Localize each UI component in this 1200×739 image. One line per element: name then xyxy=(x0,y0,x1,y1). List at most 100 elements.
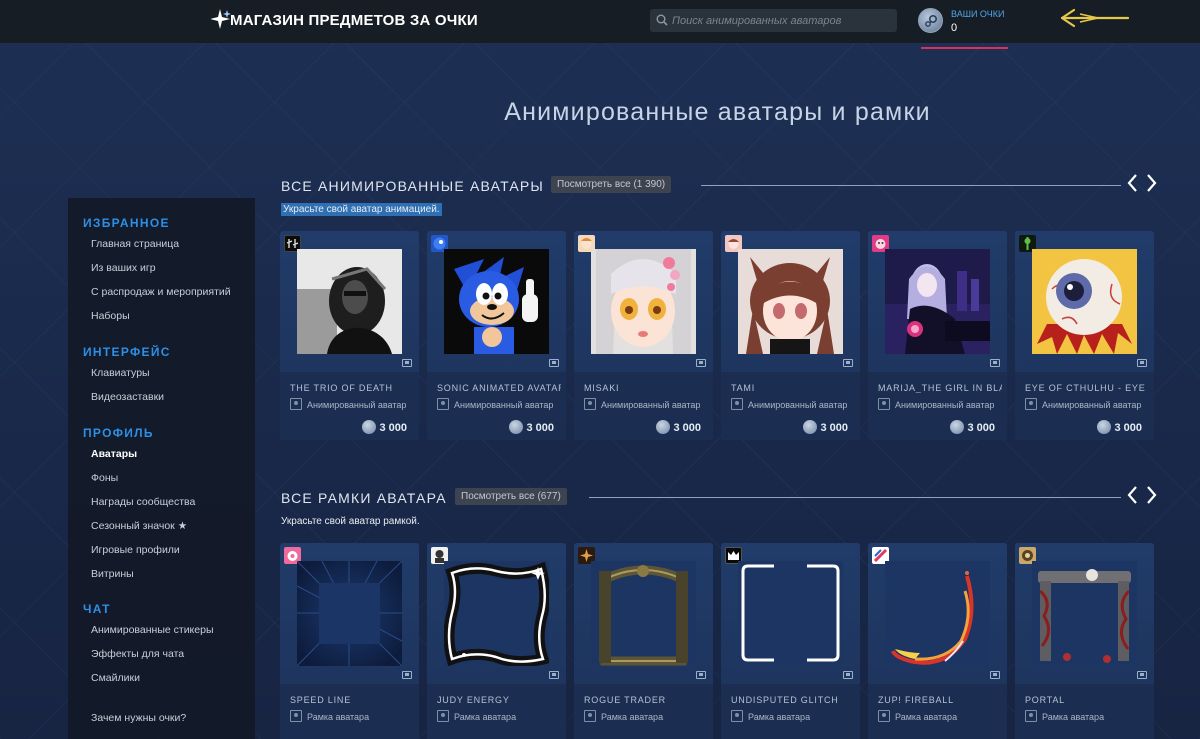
next-arrow-icon[interactable] xyxy=(1146,173,1158,198)
avatar-card[interactable]: SONIC ANIMATED AVATAR Анимированный ават… xyxy=(427,231,566,440)
sidebar-item-game-profiles[interactable]: Игровые профили xyxy=(91,544,180,556)
item-name: SONIC ANIMATED AVATAR xyxy=(437,383,561,393)
avatar-image xyxy=(444,249,549,354)
sidebar-heading-favorites: ИЗБРАННОЕ xyxy=(83,216,170,230)
item-price: 3 000 xyxy=(656,420,701,434)
video-icon xyxy=(1137,359,1147,367)
avatar-card[interactable]: MISAKI Анимированный аватар 3 000 xyxy=(574,231,713,440)
frames-view-all-button[interactable]: Посмотреть все (677) xyxy=(455,488,567,505)
points-coin-icon xyxy=(1097,420,1112,434)
page-title: Анимированные аватары и рамки xyxy=(504,98,931,126)
sidebar-item-community-awards[interactable]: Награды сообщества xyxy=(91,496,195,508)
frame-image xyxy=(591,561,696,666)
prev-arrow-icon[interactable] xyxy=(1126,173,1138,198)
search-box[interactable] xyxy=(650,9,897,32)
avatar-card[interactable]: MARIJA_THE GIRL IN BLACK Анимированный а… xyxy=(868,231,1007,440)
avatar-card[interactable]: THE TRIO OF DEATH Анимированный аватар 3… xyxy=(280,231,419,440)
frame-type-icon xyxy=(437,710,449,722)
card-footer: UNDISPUTED GLITCH Рамка аватара xyxy=(721,684,860,739)
sidebar-item-startup-movies[interactable]: Видеозаставки xyxy=(91,391,164,403)
frame-type-icon xyxy=(731,710,743,722)
avatars-section-title: ВСЕ АНИМИРОВАННЫЕ АВАТАРЫ xyxy=(281,178,545,194)
item-name: MARIJA_THE GIRL IN BLACK xyxy=(878,383,1002,393)
video-icon xyxy=(990,359,1000,367)
item-type: Анимированный аватар xyxy=(454,400,554,410)
sidebar-item-emoticons[interactable]: Смайлики xyxy=(91,672,140,684)
sidebar-item-keyboards[interactable]: Клавиатуры xyxy=(91,367,150,379)
item-type: Анимированный аватар xyxy=(1042,400,1142,410)
store-title[interactable]: МАГАЗИН ПРЕДМЕТОВ ЗА ОЧКИ xyxy=(230,12,478,29)
back-arrow-icon[interactable] xyxy=(1060,8,1130,28)
search-icon xyxy=(656,14,668,26)
frame-card[interactable]: ROGUE TRADER Рамка аватара xyxy=(574,543,713,739)
avatar-image xyxy=(1032,249,1137,354)
points-coin-icon xyxy=(803,420,818,434)
video-icon xyxy=(402,359,412,367)
item-name: EYE OF CTHULHU - EYE xyxy=(1025,383,1146,393)
sidebar-heading-profile: ПРОФИЛЬ xyxy=(83,426,154,440)
next-arrow-icon[interactable] xyxy=(1146,485,1158,510)
avatar-card[interactable]: TAMI Анимированный аватар 3 000 xyxy=(721,231,860,440)
sidebar-item-avatars[interactable]: Аватары xyxy=(91,448,137,460)
sidebar-link-why-points[interactable]: Зачем нужны очки? xyxy=(91,712,186,724)
sidebar-item-from-your-games[interactable]: Из ваших игр xyxy=(91,262,156,274)
frame-image xyxy=(738,561,843,666)
frame-type-icon xyxy=(1025,710,1037,722)
frame-card[interactable]: ZUP! FIREBALL Рамка аватара xyxy=(868,543,1007,739)
sidebar-item-home[interactable]: Главная страница xyxy=(91,238,179,250)
avatar-card[interactable]: EYE OF CTHULHU - EYE Анимированный авата… xyxy=(1015,231,1154,440)
item-type: Анимированный аватар xyxy=(895,400,995,410)
card-footer: THE TRIO OF DEATH Анимированный аватар 3… xyxy=(280,372,419,440)
avatar-type-icon xyxy=(437,398,449,410)
sidebar-item-sales-events[interactable]: С распродаж и мероприятий xyxy=(91,286,231,298)
frame-image xyxy=(444,561,549,666)
avatars-view-all-button[interactable]: Посмотреть все (1 390) xyxy=(551,176,672,193)
sidebar-heading-chat: ЧАТ xyxy=(83,602,111,616)
frame-image xyxy=(297,561,402,666)
sidebar-item-chat-effects[interactable]: Эффекты для чата xyxy=(91,648,184,660)
item-type: Анимированный аватар xyxy=(307,400,407,410)
points-value: 0 xyxy=(951,22,958,34)
item-price: 3 000 xyxy=(509,420,554,434)
video-icon xyxy=(696,359,706,367)
price-value: 3 000 xyxy=(673,422,701,434)
avatar-type-icon xyxy=(584,398,596,410)
prev-arrow-icon[interactable] xyxy=(1126,485,1138,510)
card-footer: ROGUE TRADER Рамка аватара xyxy=(574,684,713,739)
sidebar-item-animated-stickers[interactable]: Анимированные стикеры xyxy=(91,624,214,636)
avatars-section-header: ВСЕ АНИМИРОВАННЫЕ АВАТАРЫ Посмотреть все… xyxy=(281,173,1161,198)
item-type: Анимированный аватар xyxy=(748,400,848,410)
frames-section-header: ВСЕ РАМКИ АВАТАРА Посмотреть все (677) xyxy=(281,485,1161,510)
price-value: 3 000 xyxy=(1114,422,1142,434)
avatar-type-icon xyxy=(1025,398,1037,410)
video-icon xyxy=(1137,671,1147,679)
item-name: THE TRIO OF DEATH xyxy=(290,383,393,393)
video-icon xyxy=(696,671,706,679)
frame-card[interactable]: SPEED LINE Рамка аватара xyxy=(280,543,419,739)
card-footer: TAMI Анимированный аватар 3 000 xyxy=(721,372,860,440)
card-footer: MISAKI Анимированный аватар 3 000 xyxy=(574,372,713,440)
sidebar-item-backgrounds[interactable]: Фоны xyxy=(91,472,118,484)
points-label: ВАШИ ОЧКИ xyxy=(951,9,1005,19)
frames-section-subtitle: Украсьте свой аватар рамкой. xyxy=(281,516,420,527)
video-icon xyxy=(549,359,559,367)
frame-card[interactable]: UNDISPUTED GLITCH Рамка аватара xyxy=(721,543,860,739)
search-input[interactable] xyxy=(672,9,892,32)
frames-section-title: ВСЕ РАМКИ АВАТАРА xyxy=(281,490,447,506)
frame-card[interactable]: JUDY ENERGY Рамка аватара xyxy=(427,543,566,739)
divider-line xyxy=(589,497,1121,498)
sidebar-item-seasonal-badge[interactable]: Сезонный значок ★ xyxy=(91,520,187,532)
item-name: UNDISPUTED GLITCH xyxy=(731,695,839,705)
price-value: 3 000 xyxy=(967,422,995,434)
item-name: SPEED LINE xyxy=(290,695,352,705)
steam-points-icon xyxy=(918,8,943,33)
item-name: ROGUE TRADER xyxy=(584,695,666,705)
item-type: Анимированный аватар xyxy=(601,400,701,410)
frame-card[interactable]: PORTAL Рамка аватара xyxy=(1015,543,1154,739)
points-underline xyxy=(921,47,1008,49)
sidebar-item-bundles[interactable]: Наборы xyxy=(91,310,130,322)
points-widget[interactable]: ВАШИ ОЧКИ 0 xyxy=(918,6,1010,40)
item-type: Рамка аватара xyxy=(454,712,517,722)
sidebar-item-showcases[interactable]: Витрины xyxy=(91,568,134,580)
avatar-type-icon xyxy=(290,398,302,410)
